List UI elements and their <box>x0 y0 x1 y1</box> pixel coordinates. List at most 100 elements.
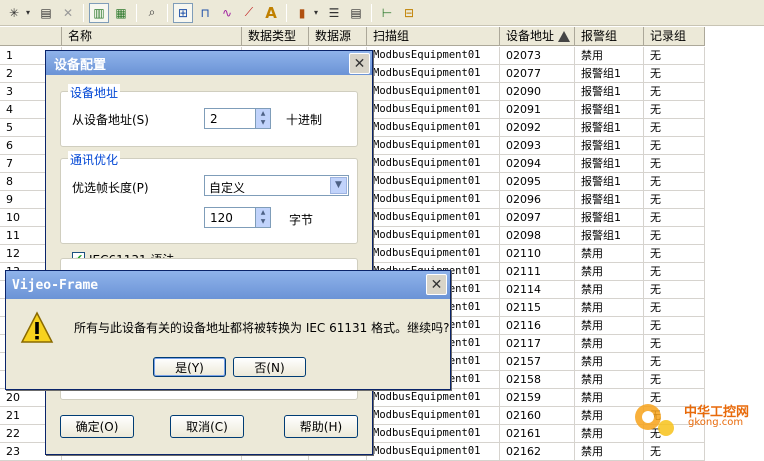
cell-device-address[interactable]: 02116 <box>500 317 575 335</box>
cell-log-group[interactable]: 无 <box>644 371 705 389</box>
cell-device-address[interactable]: 02097 <box>500 209 575 227</box>
cell-alarm-group[interactable]: 报警组1 <box>575 101 644 119</box>
dropdown-arrow-icon[interactable]: ▾ <box>26 8 34 17</box>
stepper-arrows[interactable]: ▲ ▼ <box>255 109 270 128</box>
cell-device-address[interactable]: 02160 <box>500 407 575 425</box>
cell-log-group[interactable]: 无 <box>644 317 705 335</box>
cell-log-group[interactable]: 无 <box>644 191 705 209</box>
ok-button[interactable]: 确定(O) <box>60 415 134 438</box>
cell-alarm-group[interactable]: 禁用 <box>575 335 644 353</box>
no-button[interactable]: 否(N) <box>233 357 306 377</box>
cell-alarm-group[interactable]: 报警组1 <box>575 209 644 227</box>
cell-log-group[interactable]: 无 <box>644 173 705 191</box>
trend-icon[interactable]: ⟋ <box>239 3 259 23</box>
tree-icon[interactable]: ⊢ <box>377 3 397 23</box>
cell-log-group[interactable]: 无 <box>644 119 705 137</box>
cell-alarm-group[interactable]: 报警组1 <box>575 155 644 173</box>
cell-scan-group[interactable]: ModbusEquipment01 <box>367 245 500 263</box>
header-name[interactable]: 名称 <box>62 27 242 46</box>
cell-device-address[interactable]: 02092 <box>500 119 575 137</box>
from-address-stepper[interactable]: 2 ▲ ▼ <box>204 108 271 129</box>
cell-device-address[interactable]: 02111 <box>500 263 575 281</box>
cell-log-group[interactable]: 无 <box>644 299 705 317</box>
cell-scan-group[interactable]: ModbusEquipment01 <box>367 47 500 65</box>
wave-icon[interactable]: ∿ <box>217 3 237 23</box>
cell-log-group[interactable]: 无 <box>644 443 705 461</box>
cell-log-group[interactable]: 无 <box>644 335 705 353</box>
cell-alarm-group[interactable]: 报警组1 <box>575 191 644 209</box>
grid2-icon[interactable]: ▦ <box>111 3 131 23</box>
cell-device-address[interactable]: 02098 <box>500 227 575 245</box>
cell-device-address[interactable]: 02096 <box>500 191 575 209</box>
cell-device-address[interactable]: 02115 <box>500 299 575 317</box>
cell-device-address[interactable]: 02159 <box>500 389 575 407</box>
list-icon[interactable]: ☰ <box>324 3 344 23</box>
cell-log-group[interactable]: 无 <box>644 65 705 83</box>
cell-device-address[interactable]: 02157 <box>500 353 575 371</box>
cell-device-address[interactable]: 02114 <box>500 281 575 299</box>
cell-scan-group[interactable]: ModbusEquipment01 <box>367 425 500 443</box>
cell-log-group[interactable]: 无 <box>644 281 705 299</box>
asterisk-icon[interactable]: ✳ <box>4 3 24 23</box>
cell-alarm-group[interactable]: 禁用 <box>575 263 644 281</box>
cell-log-group[interactable]: 无 <box>644 47 705 65</box>
cell-device-address[interactable]: 02162 <box>500 443 575 461</box>
help-button[interactable]: 帮助(H) <box>284 415 358 438</box>
report-icon[interactable]: ▤ <box>346 3 366 23</box>
cell-alarm-group[interactable]: 禁用 <box>575 245 644 263</box>
cell-device-address[interactable]: 02073 <box>500 47 575 65</box>
header-data-source[interactable]: 数据源 <box>309 27 367 46</box>
cell-log-group[interactable]: 无 <box>644 137 705 155</box>
bytes-stepper[interactable]: 120 ▲ ▼ <box>204 207 271 228</box>
dropdown-arrow-icon[interactable]: ▾ <box>314 8 322 17</box>
cell-alarm-group[interactable]: 禁用 <box>575 317 644 335</box>
cell-device-address[interactable]: 02091 <box>500 101 575 119</box>
cell-scan-group[interactable]: ModbusEquipment01 <box>367 83 500 101</box>
header-device-address[interactable]: 设备地址 <box>500 27 575 46</box>
cell-alarm-group[interactable]: 报警组1 <box>575 227 644 245</box>
x-icon[interactable]: ✕ <box>58 3 78 23</box>
cell-device-address[interactable]: 02077 <box>500 65 575 83</box>
cancel-button[interactable]: 取消(C) <box>170 415 244 438</box>
cell-log-group[interactable]: 无 <box>644 209 705 227</box>
cell-device-address[interactable]: 02095 <box>500 173 575 191</box>
cell-log-group[interactable]: 无 <box>644 227 705 245</box>
cell-device-address[interactable]: 02090 <box>500 83 575 101</box>
cell-scan-group[interactable]: ModbusEquipment01 <box>367 227 500 245</box>
text-a-icon[interactable]: A <box>261 3 281 23</box>
stepper-arrows[interactable]: ▲ ▼ <box>255 208 270 227</box>
cell-alarm-group[interactable]: 报警组1 <box>575 65 644 83</box>
header-alarm-group[interactable]: 报警组 <box>575 27 644 46</box>
cell-alarm-group[interactable]: 报警组1 <box>575 137 644 155</box>
cell-scan-group[interactable]: ModbusEquipment01 <box>367 191 500 209</box>
cell-alarm-group[interactable]: 报警组1 <box>575 119 644 137</box>
cell-log-group[interactable]: 无 <box>644 83 705 101</box>
cell-scan-group[interactable]: ModbusEquipment01 <box>367 389 500 407</box>
cell-scan-group[interactable]: ModbusEquipment01 <box>367 407 500 425</box>
cell-log-group[interactable]: 无 <box>644 101 705 119</box>
cell-scan-group[interactable]: ModbusEquipment01 <box>367 209 500 227</box>
cell-device-address[interactable]: 02093 <box>500 137 575 155</box>
cell-log-group[interactable]: 无 <box>644 245 705 263</box>
find-icon[interactable]: ⌕ <box>142 3 162 23</box>
cell-alarm-group[interactable]: 禁用 <box>575 353 644 371</box>
arrow-up-icon[interactable]: ▲ <box>256 208 270 217</box>
arrow-down-icon[interactable]: ▼ <box>256 217 270 226</box>
cell-log-group[interactable]: 无 <box>644 353 705 371</box>
cell-device-address[interactable]: 02094 <box>500 155 575 173</box>
cell-scan-group[interactable]: ModbusEquipment01 <box>367 443 500 461</box>
chart-icon[interactable]: ▮ <box>292 3 312 23</box>
cell-alarm-group[interactable]: 禁用 <box>575 443 644 461</box>
pulse-icon[interactable]: ⊓ <box>195 3 215 23</box>
cell-alarm-group[interactable]: 报警组1 <box>575 83 644 101</box>
close-icon[interactable]: ✕ <box>349 53 370 74</box>
cell-scan-group[interactable]: ModbusEquipment01 <box>367 65 500 83</box>
yes-button[interactable]: 是(Y) <box>153 357 226 377</box>
cell-scan-group[interactable]: ModbusEquipment01 <box>367 173 500 191</box>
cell-log-group[interactable]: 无 <box>644 155 705 173</box>
chevron-down-icon[interactable]: ▼ <box>330 177 347 194</box>
grid1-icon[interactable]: ▥ <box>89 2 109 23</box>
cell-alarm-group[interactable]: 禁用 <box>575 299 644 317</box>
table-icon[interactable]: ⊞ <box>173 2 193 23</box>
close-icon[interactable]: ✕ <box>426 274 447 295</box>
